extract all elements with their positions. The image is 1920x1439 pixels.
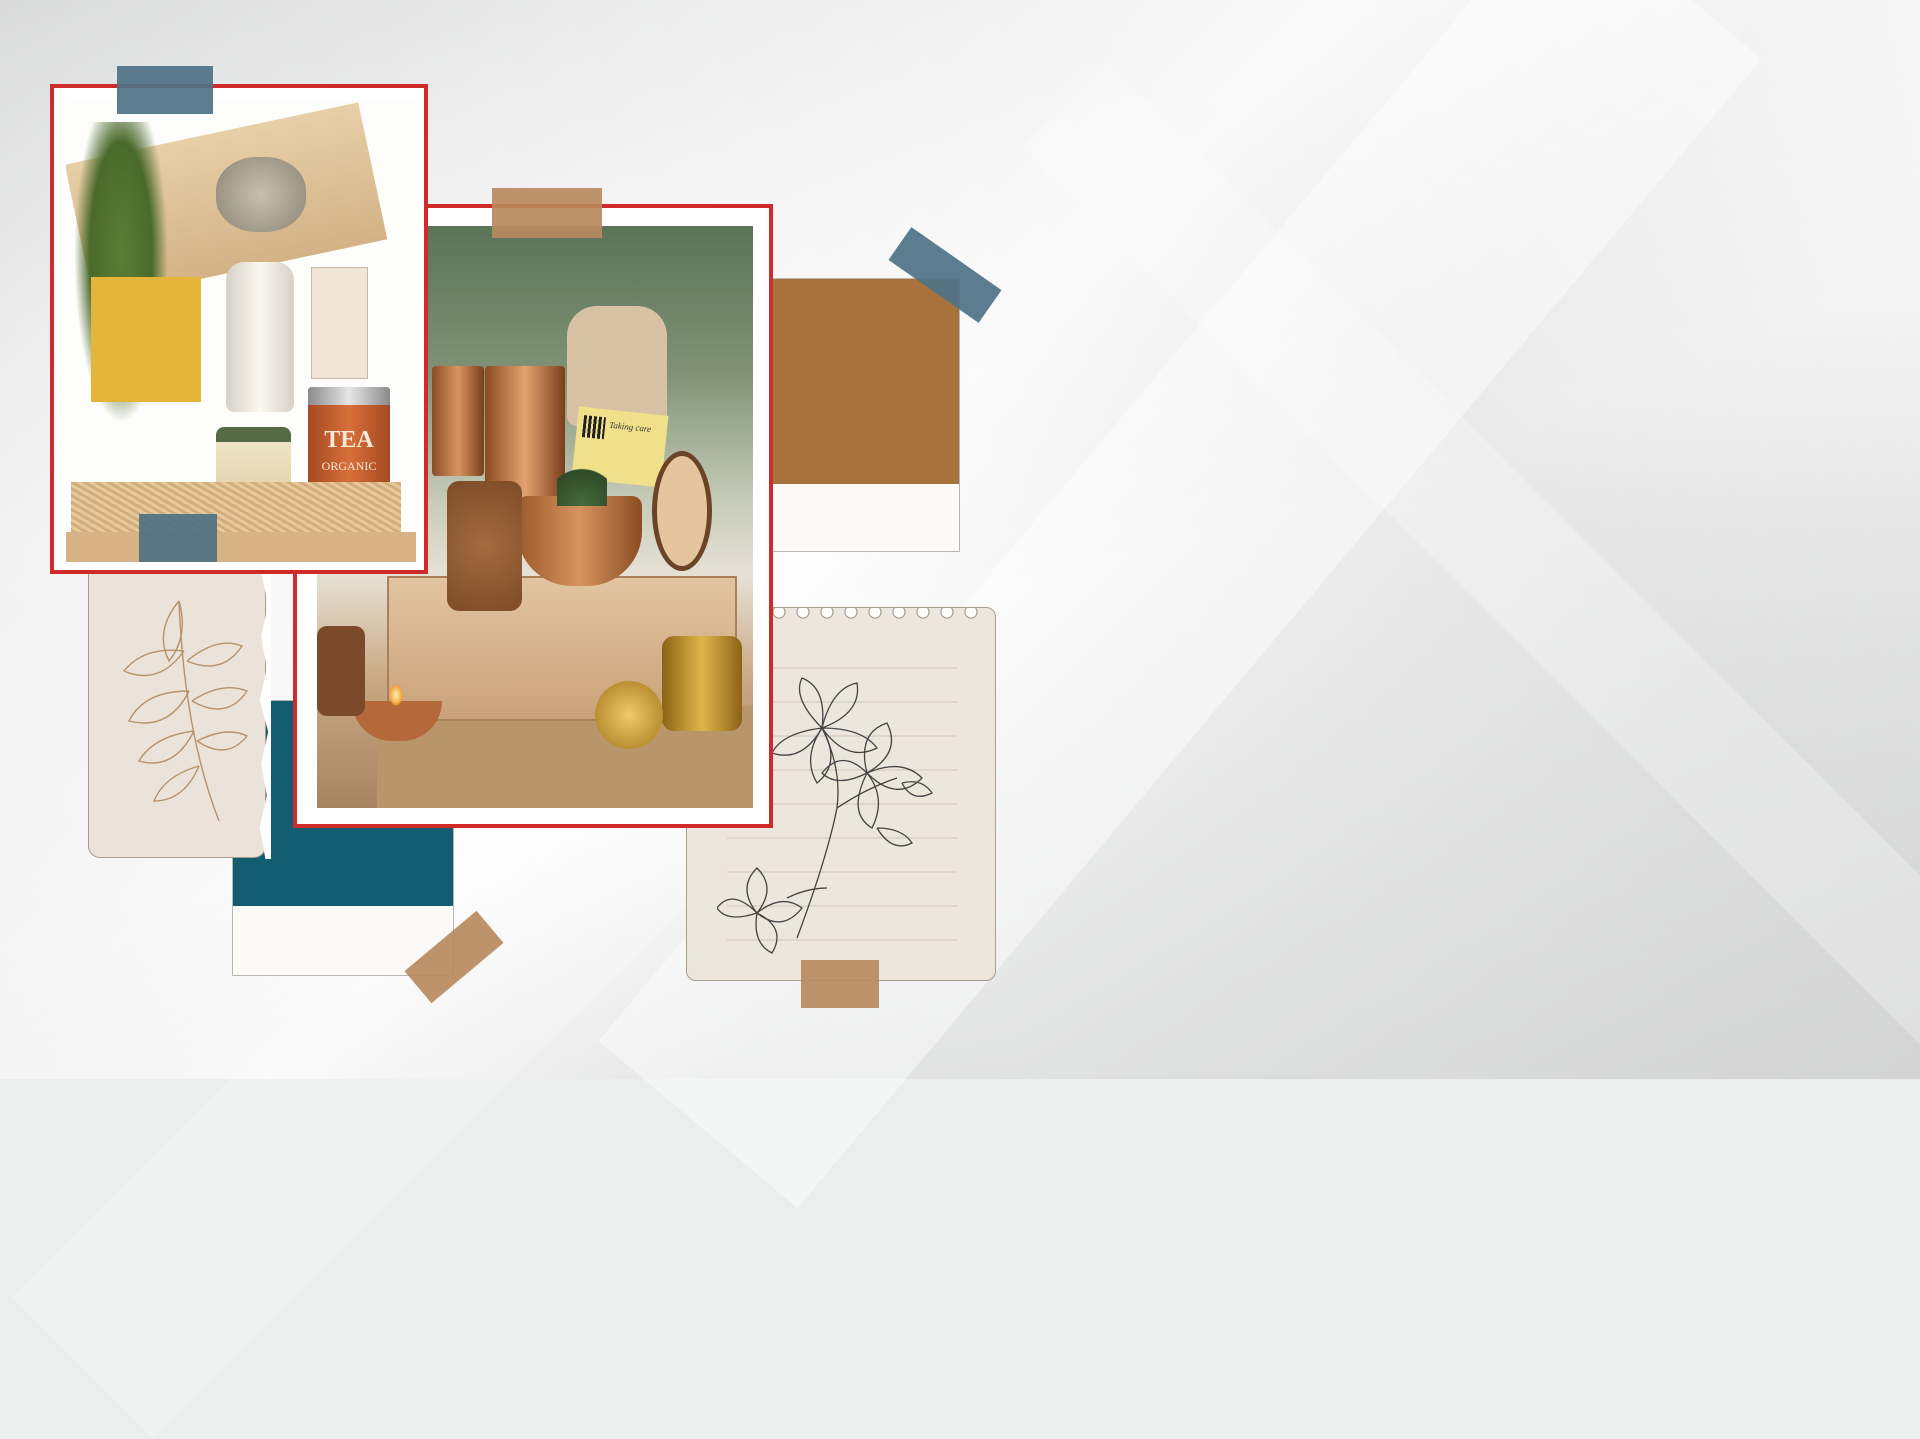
copper-glass bbox=[432, 366, 484, 476]
brass-jar bbox=[662, 636, 742, 731]
brown-color-swatch bbox=[770, 278, 960, 552]
brown-swatch-color bbox=[771, 279, 959, 484]
copper-pot-plant bbox=[517, 496, 642, 586]
wood-vase bbox=[317, 626, 365, 716]
lotion-bottle bbox=[226, 262, 294, 412]
gift-hamper-photo-1: TEA ORGANIC bbox=[50, 84, 428, 574]
wood-slice-love bbox=[652, 451, 712, 571]
blue-tape bbox=[117, 66, 213, 114]
leaf-note-card bbox=[88, 540, 271, 859]
cream-box bbox=[311, 267, 368, 379]
tea-tin-brand: TEA bbox=[324, 427, 374, 453]
nuts-pouch bbox=[447, 481, 522, 611]
leaf-sketch-icon bbox=[122, 600, 249, 822]
tea-tin-sub: ORGANIC bbox=[321, 459, 377, 473]
succulent bbox=[557, 451, 607, 506]
ribbon-bow bbox=[216, 157, 306, 232]
wood-tray bbox=[66, 532, 416, 562]
yellow-box bbox=[91, 277, 201, 402]
diya-flame bbox=[389, 684, 403, 706]
qr-code-icon bbox=[581, 415, 607, 440]
tan-tape bbox=[492, 188, 602, 238]
photo-1-image: TEA ORGANIC bbox=[66, 102, 416, 562]
brass-lid bbox=[595, 681, 663, 749]
blue-tape bbox=[139, 514, 217, 562]
tan-tape bbox=[801, 960, 879, 1008]
tea-tin-lid bbox=[308, 387, 390, 405]
gift-card-text: Taking care bbox=[608, 419, 652, 435]
